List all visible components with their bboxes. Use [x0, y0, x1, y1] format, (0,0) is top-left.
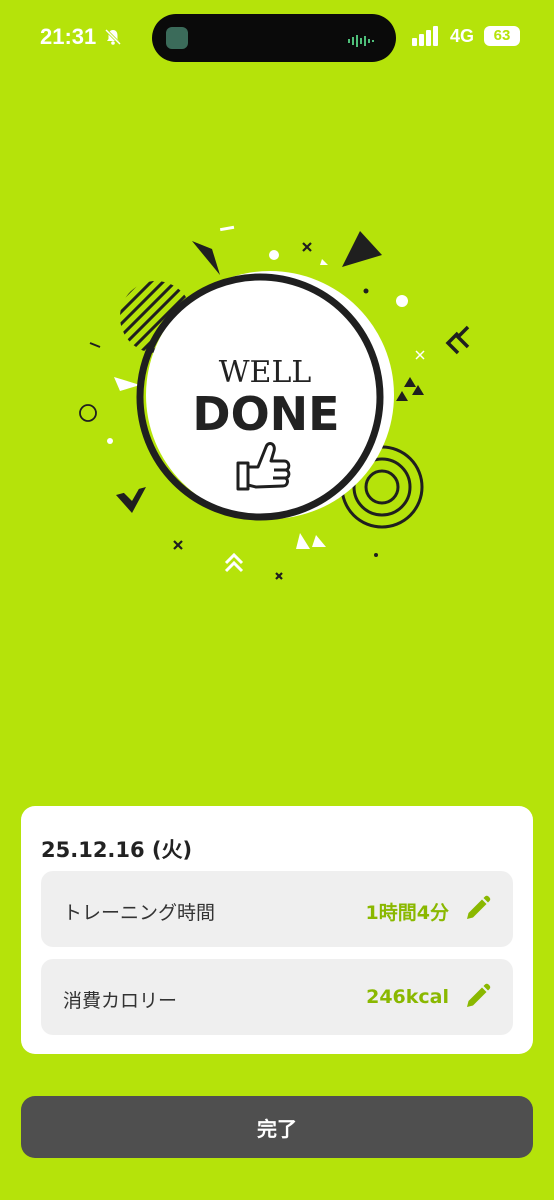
calories-value: 246kcal — [366, 986, 449, 1008]
now-playing-thumbnail — [166, 27, 188, 49]
training-time-label: トレーニング時間 — [63, 902, 216, 924]
training-time-row[interactable]: トレーニング時間 1時間4分 — [41, 871, 513, 947]
bell-muted-icon — [104, 28, 122, 50]
cellular-signal-icon — [412, 26, 440, 50]
workout-summary-card: 25.12.16 (火) トレーニング時間 1時間4分 消費カロリー 246kc… — [21, 806, 533, 1054]
network-type: 4G — [450, 26, 475, 46]
status-time: 21:31 — [40, 24, 97, 49]
done-button[interactable]: 完了 — [21, 1096, 533, 1158]
status-bar: 21:31 4G 63 — [0, 0, 554, 80]
dynamic-island[interactable] — [152, 14, 396, 62]
workout-date: 25.12.16 (火) — [41, 838, 193, 862]
battery-indicator: 63 — [484, 26, 520, 46]
badge-title-done: DONE — [192, 387, 339, 441]
calories-label: 消費カロリー — [63, 990, 178, 1012]
edit-calories-pencil-icon[interactable] — [463, 983, 491, 1011]
badge-title-well: WELL — [219, 355, 312, 390]
calories-row[interactable]: 消費カロリー 246kcal — [41, 959, 513, 1035]
training-time-value: 1時間4分 — [365, 902, 449, 924]
well-done-badge: WELL DONE — [70, 205, 490, 585]
edit-training-time-pencil-icon[interactable] — [463, 895, 491, 923]
audio-waveform-icon — [348, 32, 374, 51]
